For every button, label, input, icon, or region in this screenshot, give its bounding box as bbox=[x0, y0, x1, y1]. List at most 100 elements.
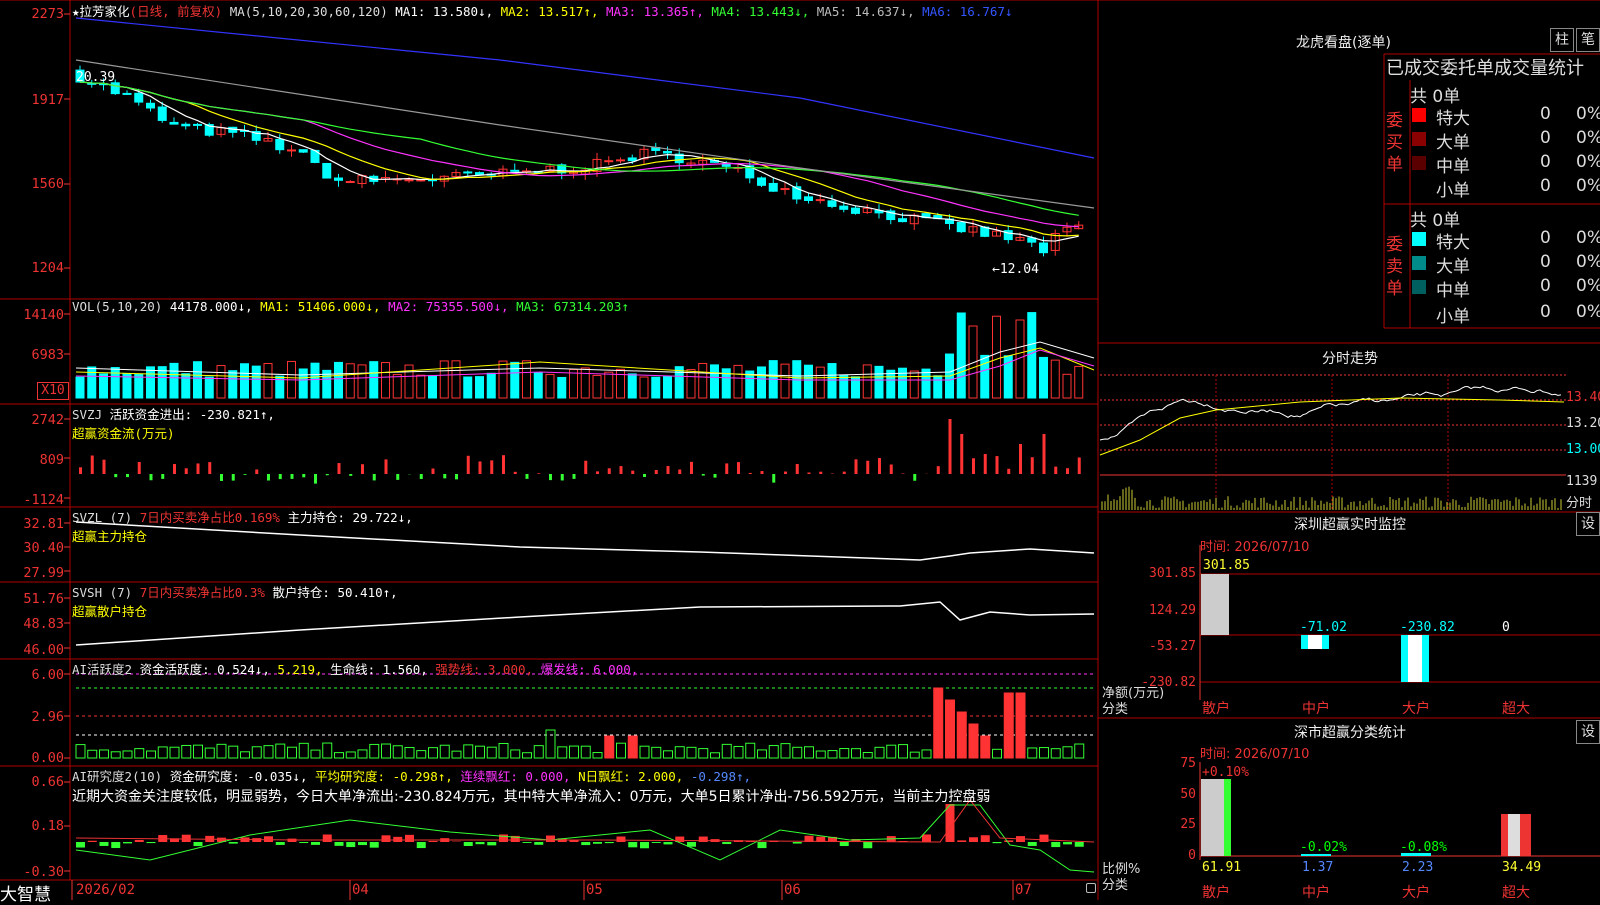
volume-bar bbox=[993, 316, 1001, 398]
research-bar bbox=[429, 841, 438, 842]
activity-bar bbox=[111, 752, 120, 758]
stock-name[interactable]: 拉芳家化 bbox=[80, 4, 130, 19]
research-bar bbox=[382, 835, 391, 842]
y-tick: 124.29 bbox=[1136, 603, 1196, 618]
research-bar bbox=[863, 842, 872, 848]
flow-bar bbox=[443, 474, 446, 478]
square-icon bbox=[1412, 280, 1426, 294]
y-tick: 13.40 bbox=[1566, 390, 1600, 405]
flow-bar bbox=[232, 474, 235, 481]
volume-bar bbox=[899, 368, 907, 398]
research-bar bbox=[969, 837, 978, 842]
y-tick: 13.20 bbox=[1566, 416, 1600, 431]
monitor-bar-highlight bbox=[1308, 635, 1322, 649]
flow-bar bbox=[796, 464, 799, 474]
volume-bar bbox=[1063, 374, 1071, 398]
volume-bar bbox=[605, 372, 613, 398]
svsh-header: SVSH (7) 7日内买卖净占比0.3% 散户持仓: 50.410↑, 超赢散… bbox=[72, 582, 398, 620]
volume-bar bbox=[264, 364, 272, 398]
activity-bar bbox=[346, 752, 355, 758]
volume-bar bbox=[476, 377, 484, 398]
high-price-marker: 20.39 bbox=[76, 70, 115, 85]
candle bbox=[123, 93, 131, 94]
research-bar bbox=[840, 842, 849, 846]
volume-bar bbox=[875, 366, 883, 398]
flow-bar bbox=[396, 474, 399, 480]
flow-bar bbox=[866, 461, 869, 474]
flow-bar bbox=[302, 474, 305, 477]
volume-bar bbox=[617, 369, 625, 398]
volume-bar bbox=[252, 366, 260, 398]
research-bar bbox=[722, 842, 731, 844]
sz-monitor-time: 时间: 2026/07/10 bbox=[1200, 536, 1309, 555]
category-label: 中户 bbox=[1302, 698, 1330, 718]
y-tick: 30.40 bbox=[0, 540, 64, 556]
square-icon bbox=[1412, 232, 1426, 246]
flow-bar bbox=[890, 465, 893, 474]
category-label: 超大 bbox=[1502, 698, 1530, 718]
category-label: 大户 bbox=[1402, 698, 1430, 718]
flow-bar bbox=[432, 469, 435, 474]
brand-logo[interactable]: 大智慧 bbox=[0, 880, 51, 905]
flow-bar bbox=[761, 471, 764, 474]
tick-mode-button[interactable]: 笔 bbox=[1576, 28, 1600, 52]
research-bar bbox=[487, 842, 496, 845]
y-tick: 50 bbox=[1156, 787, 1196, 802]
volume-bar bbox=[687, 370, 695, 398]
y-tick: 25 bbox=[1156, 817, 1196, 832]
activity-bar bbox=[957, 712, 966, 758]
y-tick: 0 bbox=[1156, 848, 1196, 863]
category-label: 散户 bbox=[1202, 698, 1230, 718]
research-bar bbox=[617, 836, 626, 842]
y-tick: 75 bbox=[1156, 756, 1196, 771]
flow-bar bbox=[455, 474, 458, 479]
activity-bar bbox=[934, 688, 943, 758]
flow-bar bbox=[79, 467, 82, 474]
research-bar bbox=[993, 842, 1002, 843]
activity-bar bbox=[805, 747, 814, 758]
activity-bar bbox=[1075, 744, 1084, 758]
svzl-header: SVZL (7) 7日内买卖净占比0.169% 主力持仓: 29.722↓, 超… bbox=[72, 507, 413, 545]
lock-icon[interactable] bbox=[1086, 883, 1096, 893]
y-tick: 2273 bbox=[0, 6, 64, 22]
svzj-header: SVZJ 活跃资金进出: -230.821↑, 超赢资金流(万元) bbox=[72, 404, 275, 442]
candle bbox=[299, 150, 307, 152]
flow-bar bbox=[208, 462, 211, 474]
research-bar bbox=[100, 842, 109, 846]
volume-bar bbox=[241, 364, 249, 398]
research-bar bbox=[628, 842, 637, 847]
activity-bar bbox=[299, 743, 308, 758]
volume-bar bbox=[863, 365, 871, 398]
bar-mode-button[interactable]: 柱 bbox=[1550, 28, 1574, 52]
volume-bar bbox=[805, 365, 813, 398]
activity-bar bbox=[499, 743, 508, 758]
data-label: 61.91 bbox=[1202, 860, 1241, 875]
category-label: 超大 bbox=[1502, 882, 1530, 902]
flow-bar bbox=[620, 466, 623, 474]
activity-bar bbox=[358, 750, 367, 758]
sz-monitor-settings-button[interactable]: 设 bbox=[1576, 512, 1600, 536]
volume-bar bbox=[711, 365, 719, 398]
sz-class-settings-button[interactable]: 设 bbox=[1576, 720, 1600, 744]
data-label: 0 bbox=[1502, 620, 1510, 635]
flow-bar bbox=[690, 462, 693, 474]
research-bar bbox=[699, 837, 708, 842]
activity-bar bbox=[217, 744, 226, 758]
candlestick-chart[interactable] bbox=[0, 0, 1600, 900]
activity-bar bbox=[276, 744, 285, 758]
activity-bar bbox=[969, 724, 978, 758]
volume-bar bbox=[464, 377, 472, 398]
candle bbox=[605, 161, 613, 162]
flow-bar bbox=[702, 474, 705, 476]
flow-bar bbox=[784, 472, 787, 474]
candle bbox=[511, 170, 519, 171]
square-icon bbox=[1412, 156, 1426, 170]
activity-bar bbox=[229, 746, 238, 758]
volume-bar bbox=[981, 355, 989, 398]
activity-bar bbox=[769, 746, 778, 758]
activity-bar bbox=[852, 749, 861, 758]
vol-header: VOL(5,10,20) 44178.000↓, MA1: 51406.000↓… bbox=[72, 299, 629, 314]
y-tick: 2742 bbox=[0, 412, 64, 428]
research-bar bbox=[1075, 842, 1084, 847]
research-bar bbox=[1004, 840, 1013, 842]
